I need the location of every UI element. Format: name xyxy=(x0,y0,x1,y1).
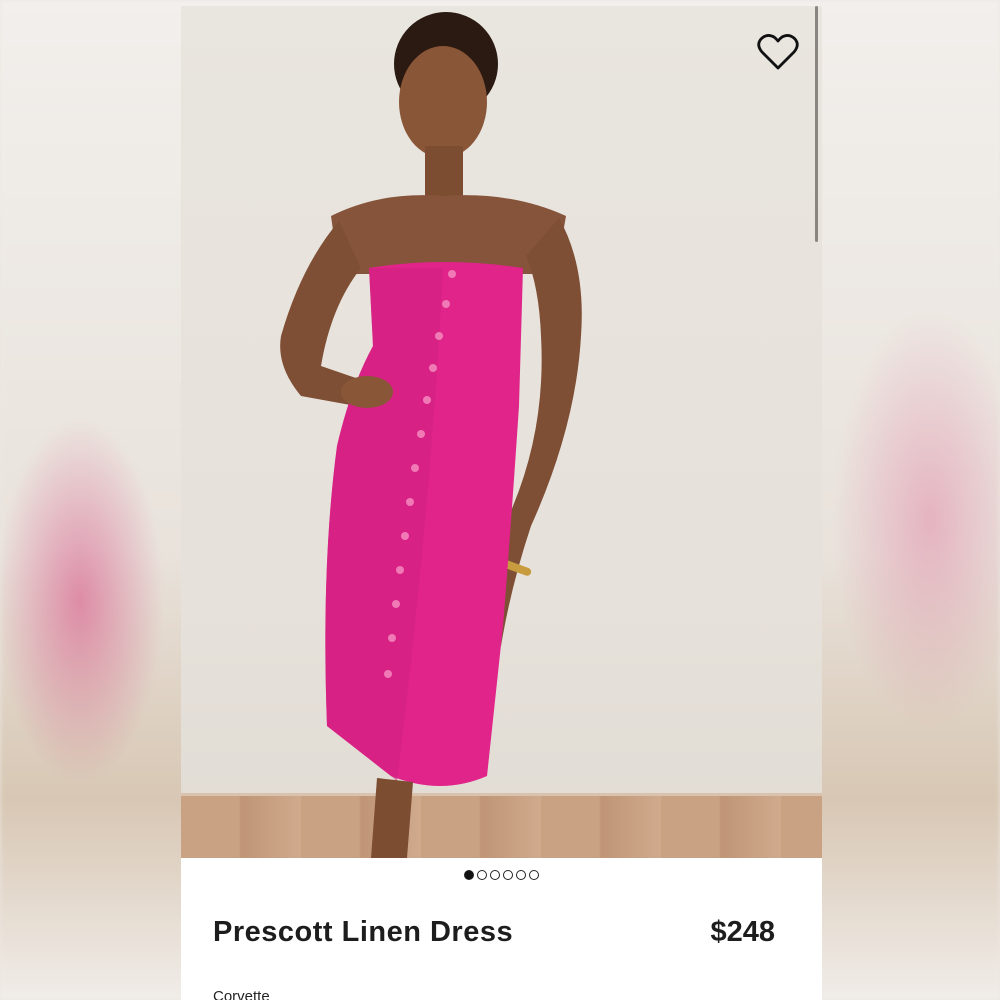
product-card: Prescott Linen Dress $248 Corvette xyxy=(181,6,822,1000)
neck xyxy=(425,146,463,196)
color-name: Corvette xyxy=(213,988,270,1000)
product-photo[interactable] xyxy=(181,6,822,858)
favorite-button[interactable] xyxy=(756,32,800,72)
legs xyxy=(371,778,413,858)
face xyxy=(399,46,487,158)
carousel-indicator xyxy=(181,870,822,880)
carousel-dot-1[interactable] xyxy=(464,870,474,880)
carousel-dot-5[interactable] xyxy=(516,870,526,880)
carousel-dot-6[interactable] xyxy=(529,870,539,880)
screenshot-stage: Prescott Linen Dress $248 Corvette xyxy=(0,0,1000,1000)
scrollbar[interactable] xyxy=(815,6,818,242)
product-title: Prescott Linen Dress xyxy=(213,916,514,948)
heart-icon xyxy=(757,34,799,70)
carousel-dot-3[interactable] xyxy=(490,870,500,880)
hand xyxy=(341,376,393,408)
carousel-dot-2[interactable] xyxy=(477,870,487,880)
model-illustration xyxy=(280,12,582,858)
product-price: $248 xyxy=(710,916,775,948)
carousel-dot-4[interactable] xyxy=(503,870,513,880)
